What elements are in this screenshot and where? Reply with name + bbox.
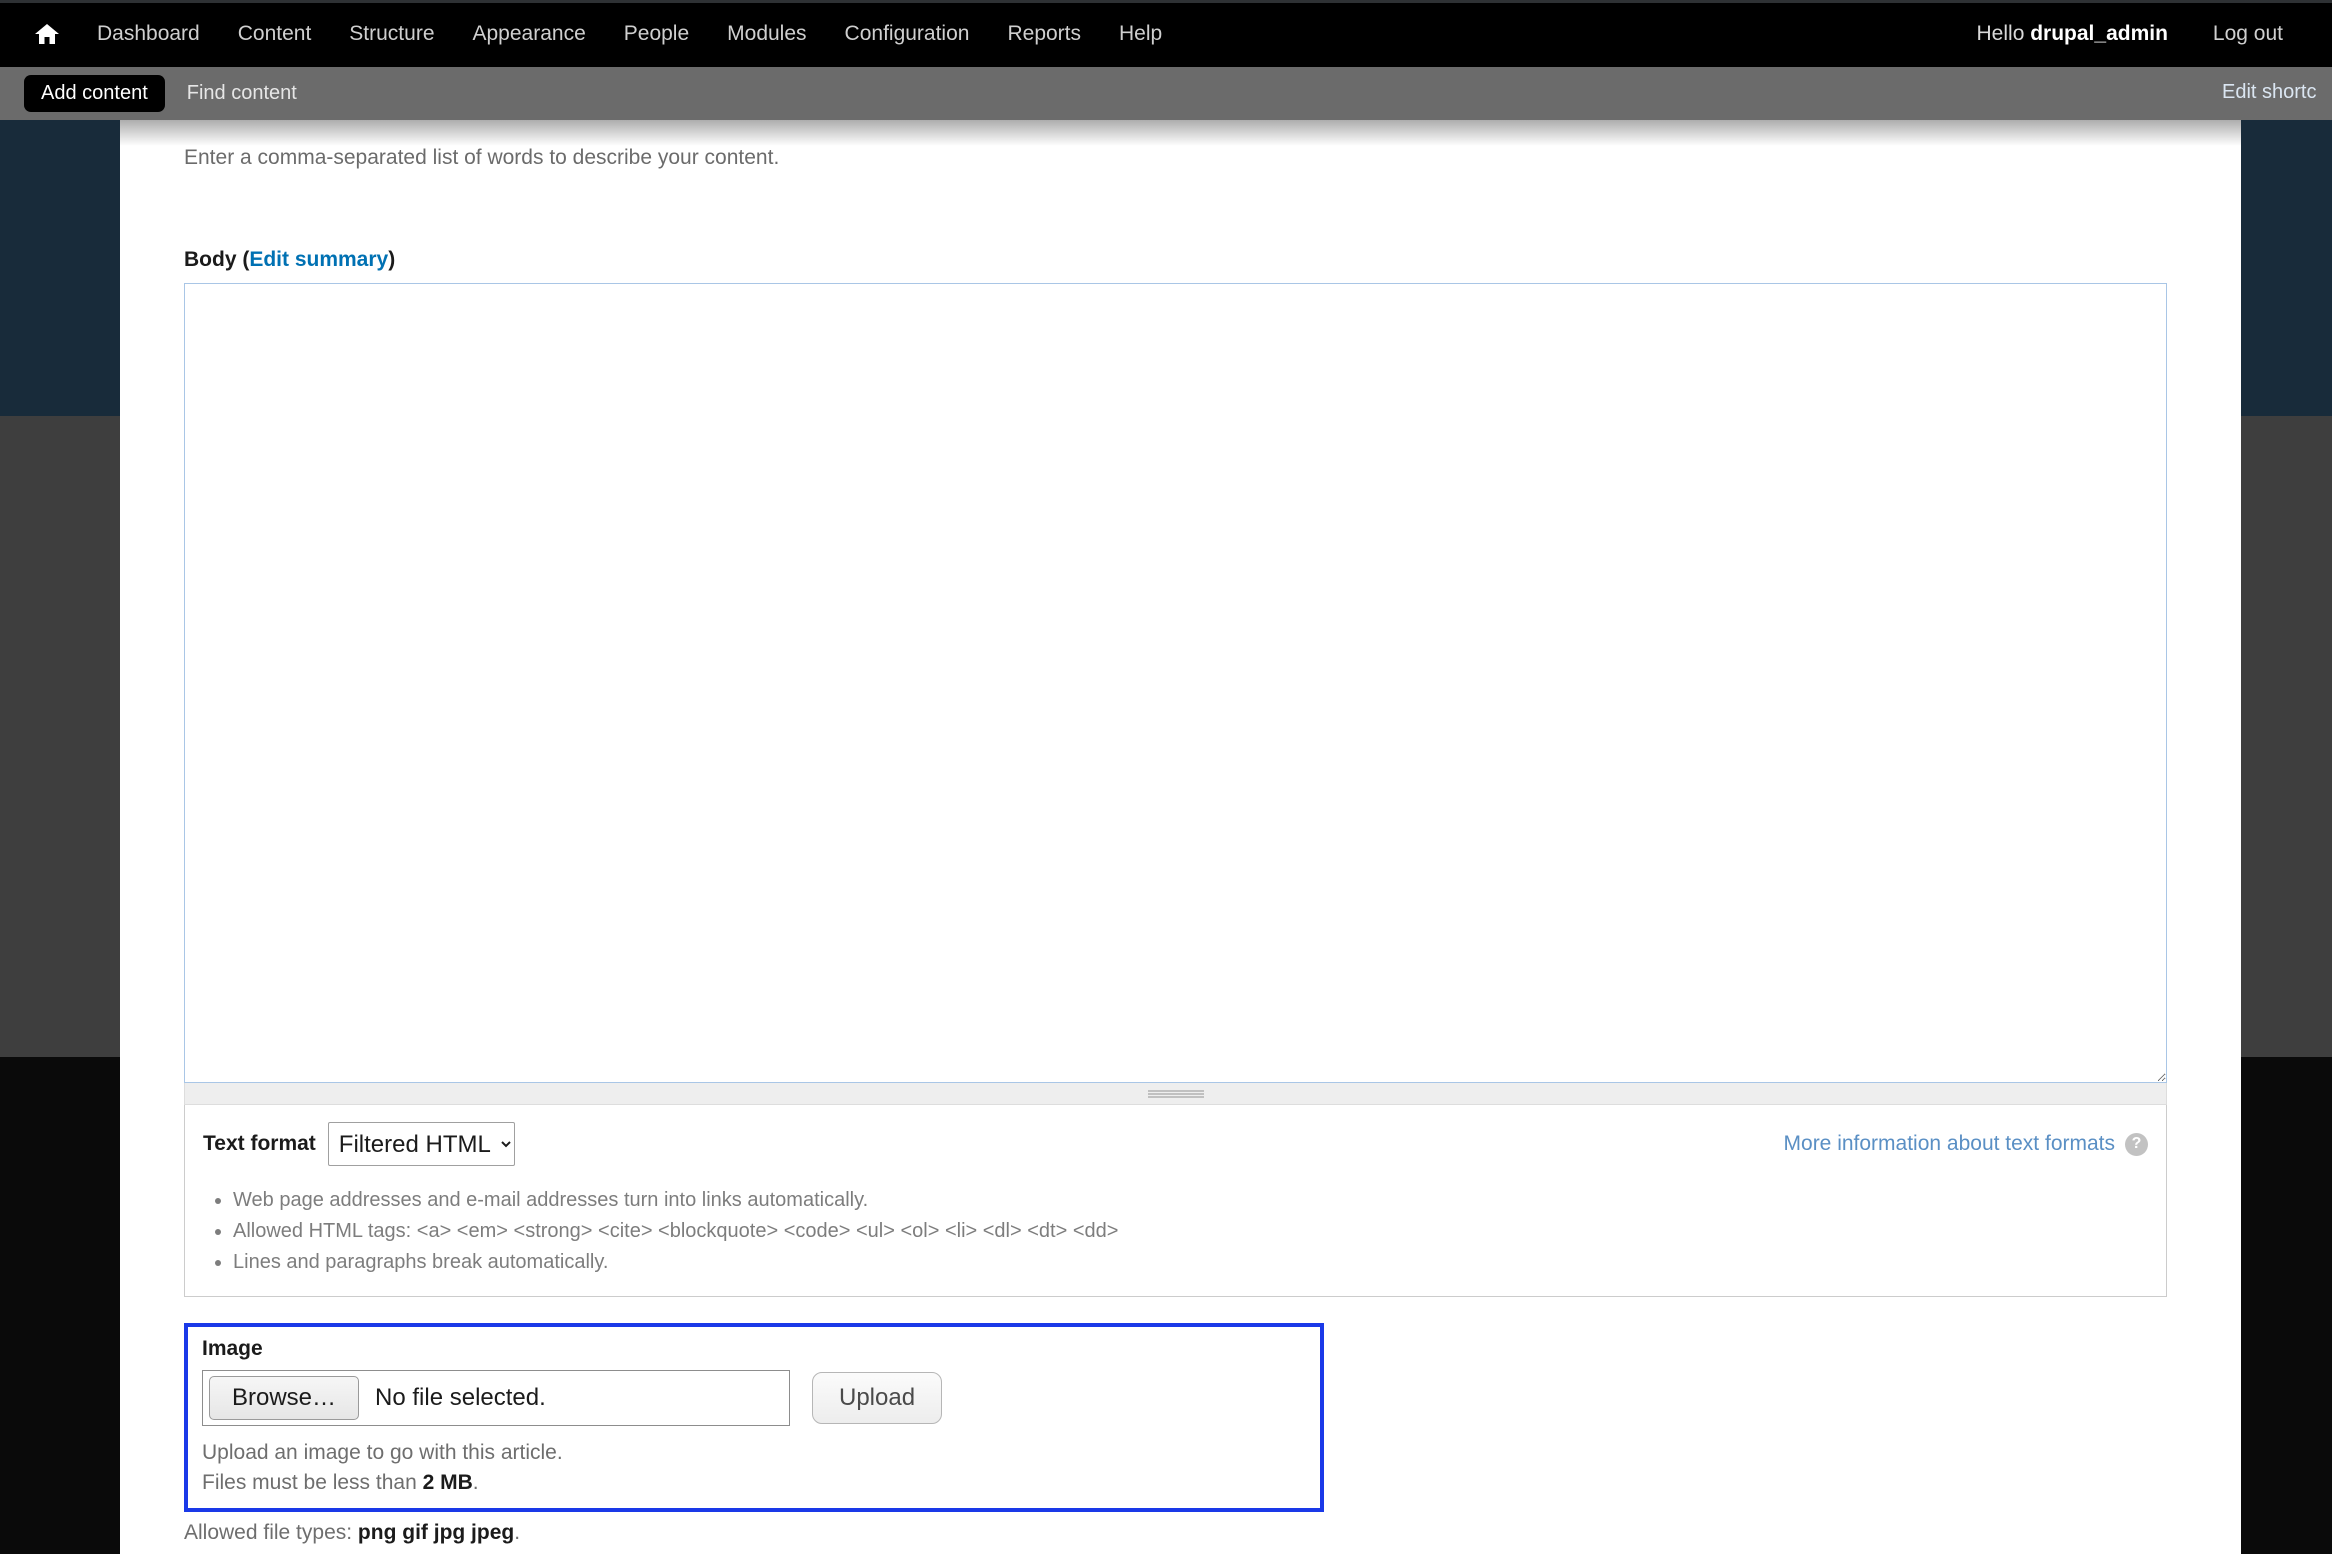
toolbar-item-reports[interactable]: Reports: [988, 0, 1100, 67]
file-input-control[interactable]: Browse… No file selected.: [202, 1370, 790, 1427]
image-field-label: Image: [202, 1337, 263, 1361]
image-upload-row: Browse… No file selected. Upload: [202, 1370, 1306, 1427]
logout-link[interactable]: Log out: [2194, 0, 2302, 67]
text-format-tips-list: Web page addresses and e-mail addresses …: [203, 1185, 2148, 1278]
toolbar-user-menu: Hello drupal_admin Log out: [1958, 0, 2302, 67]
allowed-suffix: .: [514, 1520, 521, 1544]
edit-summary-link[interactable]: Edit summary: [249, 248, 388, 271]
size-limit-value: 2 MB: [422, 1471, 473, 1494]
shortcut-find-content[interactable]: Find content: [187, 82, 297, 105]
format-tip: Allowed HTML tags: <a> <em> <strong> <ci…: [233, 1216, 2148, 1247]
format-tip: Web page addresses and e-mail addresses …: [233, 1185, 2148, 1216]
toolbar-item-structure[interactable]: Structure: [330, 0, 453, 67]
node-add-form: Enter a comma-separated list of words to…: [120, 120, 2241, 1548]
format-tip: Lines and paragraphs break automatically…: [233, 1247, 2148, 1278]
grippie-lines-icon: [1147, 1089, 1204, 1098]
text-format-wrapper: Text format Filtered HTML Full HTML Plai…: [184, 1105, 2167, 1298]
body-textarea[interactable]: [184, 283, 2167, 1084]
toolbar-item-appearance[interactable]: Appearance: [454, 0, 605, 67]
text-format-row: Text format Filtered HTML Full HTML Plai…: [203, 1121, 2148, 1167]
edit-shortcuts-link[interactable]: Edit shortc: [2222, 81, 2316, 104]
toolbar-item-modules[interactable]: Modules: [708, 0, 825, 67]
question-mark-icon[interactable]: ?: [2125, 1132, 2148, 1156]
text-format-select[interactable]: Filtered HTML Full HTML Plain text: [327, 1122, 515, 1167]
image-field-highlighted: Image Browse… No file selected. Upload U…: [184, 1323, 1324, 1512]
textarea-resize-grippie[interactable]: [184, 1083, 2167, 1106]
size-prefix: Files must be less than: [202, 1471, 423, 1494]
body-field-label: Body (Edit summary): [184, 248, 2177, 272]
toolbar-item-configuration[interactable]: Configuration: [826, 0, 989, 67]
admin-toolbar: Dashboard Content Structure Appearance P…: [0, 0, 2332, 67]
toolbar-item-content[interactable]: Content: [219, 0, 331, 67]
user-greeting: Hello drupal_admin: [1958, 0, 2194, 67]
size-suffix: .: [472, 1471, 479, 1494]
toolbar-top-rule: [0, 0, 2332, 3]
username[interactable]: drupal_admin: [2030, 22, 2168, 45]
upload-button[interactable]: Upload: [812, 1372, 943, 1425]
content-column: Enter a comma-separated list of words to…: [120, 120, 2241, 1554]
text-format-help: More information about text formats ?: [1784, 1132, 2148, 1156]
allowed-types-value: png gif jpg jpeg: [357, 1520, 515, 1544]
text-format-label: Text format: [203, 1132, 316, 1156]
allowed-file-types-line: Allowed file types: png gif jpg jpeg.: [184, 1518, 2177, 1548]
allowed-prefix: Allowed file types:: [184, 1520, 358, 1544]
tags-field-description: Enter a comma-separated list of words to…: [184, 146, 780, 169]
home-icon[interactable]: [28, 0, 78, 67]
toolbar-item-help[interactable]: Help: [1100, 0, 1181, 67]
toolbar-main-menu: Dashboard Content Structure Appearance P…: [28, 0, 1181, 67]
selected-file-status: No file selected.: [375, 1384, 546, 1412]
toolbar-item-dashboard[interactable]: Dashboard: [78, 0, 219, 67]
browse-button[interactable]: Browse…: [209, 1376, 360, 1421]
toolbar-item-people[interactable]: People: [605, 0, 708, 67]
more-info-text-formats-link[interactable]: More information about text formats: [1784, 1132, 2115, 1156]
body-label-paren: ): [388, 248, 396, 272]
image-field-description: Upload an image to go with this article.…: [202, 1438, 1306, 1498]
image-size-limit-line: Files must be less than 2 MB.: [202, 1468, 1306, 1498]
image-description-line: Upload an image to go with this article.: [202, 1441, 563, 1465]
shortcut-add-content[interactable]: Add content: [24, 75, 165, 112]
body-label-text: Body (: [184, 248, 250, 272]
shortcut-bar: Add content Find content Edit shortc: [0, 67, 2332, 120]
greeting-prefix: Hello: [1976, 22, 2031, 45]
